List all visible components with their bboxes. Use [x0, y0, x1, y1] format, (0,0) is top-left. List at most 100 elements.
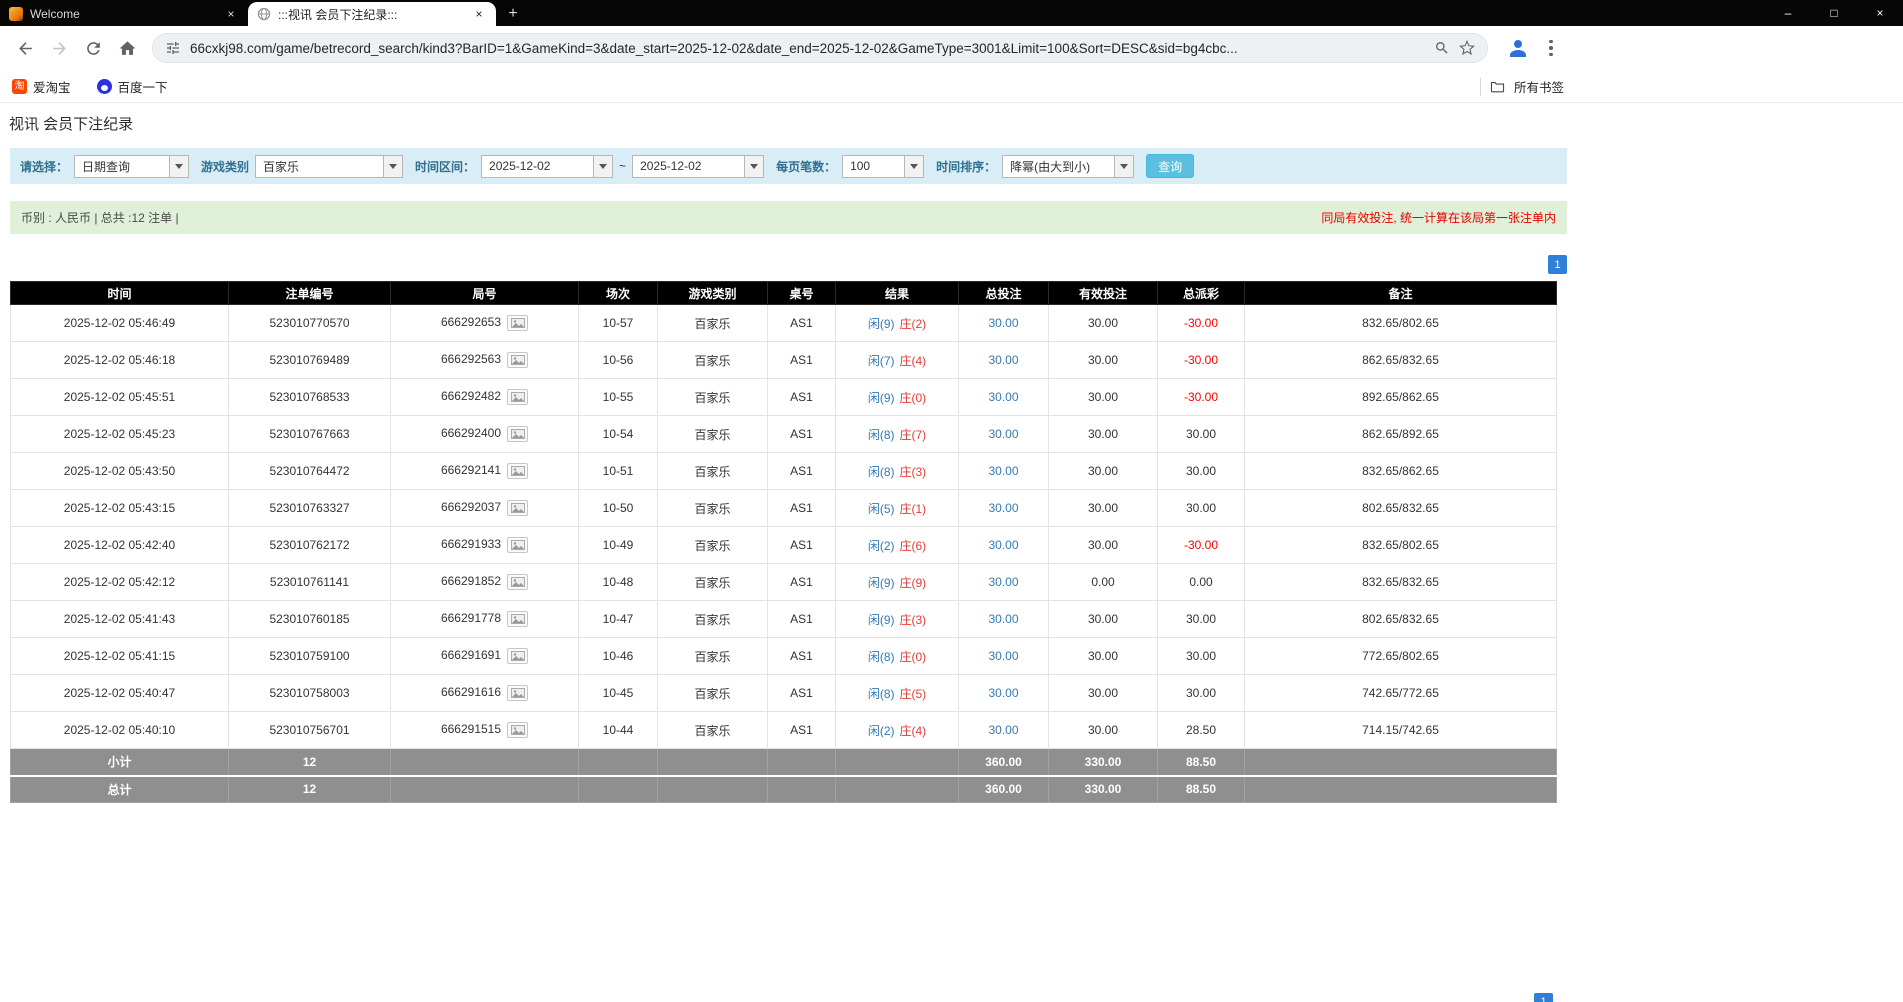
total-bet-link[interactable]: 30.00: [988, 723, 1018, 737]
empty-cell: [836, 776, 959, 803]
cell-note: 862.65/892.65: [1245, 416, 1557, 453]
total-bet-link[interactable]: 30.00: [988, 538, 1018, 552]
round-detail-icon[interactable]: [507, 426, 528, 442]
cell-total-bet: 30.00: [959, 490, 1049, 527]
cell-note: 862.65/832.65: [1245, 342, 1557, 379]
chevron-down-icon[interactable]: [383, 156, 402, 177]
browser-tab-welcome[interactable]: Welcome ×: [0, 2, 248, 26]
page-size-select[interactable]: 100: [842, 155, 924, 178]
query-type-select[interactable]: 日期查询: [74, 155, 189, 178]
cell-result: 闲(9)庄(3): [836, 601, 959, 638]
game-type-select[interactable]: 百家乐: [255, 155, 403, 178]
round-detail-icon[interactable]: [507, 648, 528, 664]
cell-time: 2025-12-02 05:45:51: [11, 379, 229, 416]
cell-total-bet: 30.00: [959, 453, 1049, 490]
zoom-icon[interactable]: [1434, 40, 1450, 56]
result-banker: 庄(3): [900, 613, 927, 627]
round-detail-icon[interactable]: [507, 352, 528, 368]
col-total-bet: 总投注: [959, 282, 1049, 305]
round-detail-icon[interactable]: [507, 315, 528, 331]
close-button[interactable]: ×: [1857, 0, 1903, 26]
tab-close-icon[interactable]: ×: [471, 6, 487, 22]
sort-select[interactable]: 降幂(由大到小): [1002, 155, 1134, 178]
cell-note: 892.65/862.65: [1245, 379, 1557, 416]
cell-payout: -30.00: [1158, 527, 1245, 564]
profile-avatar[interactable]: [1504, 34, 1532, 62]
reload-button[interactable]: [78, 33, 108, 63]
total-bet-link[interactable]: 30.00: [988, 464, 1018, 478]
forward-button[interactable]: [44, 33, 74, 63]
round-detail-icon[interactable]: [507, 722, 528, 738]
cell-result: 闲(7)庄(4): [836, 342, 959, 379]
total-bet-link[interactable]: 30.00: [988, 353, 1018, 367]
bookmark-star-icon[interactable]: [1459, 40, 1475, 56]
tab-close-icon[interactable]: ×: [223, 6, 239, 22]
page-content: 视讯 会员下注纪录 请选择： 日期查询 游戏类别 百家乐 时间区间： 2025-…: [0, 113, 1577, 803]
cell-total-bet: 30.00: [959, 379, 1049, 416]
address-bar[interactable]: 66cxkj98.com/game/betrecord_search/kind3…: [152, 33, 1488, 63]
site-info-icon[interactable]: [165, 40, 181, 56]
round-detail-icon[interactable]: [507, 574, 528, 590]
cell-bet-id: 523010759100: [229, 638, 391, 675]
chevron-down-icon[interactable]: [744, 156, 763, 177]
round-detail-icon[interactable]: [507, 685, 528, 701]
chevron-down-icon[interactable]: [169, 156, 188, 177]
cell-result: 闲(5)庄(1): [836, 490, 959, 527]
total-bet-link[interactable]: 30.00: [988, 575, 1018, 589]
total-bet-link[interactable]: 30.00: [988, 501, 1018, 515]
result-banker: 庄(1): [900, 502, 927, 516]
cell-note: 832.65/862.65: [1245, 453, 1557, 490]
cell-session: 10-47: [579, 601, 658, 638]
round-id: 666291691: [441, 648, 501, 662]
total-bet-link[interactable]: 30.00: [988, 427, 1018, 441]
cell-table: AS1: [768, 305, 836, 342]
round-detail-icon[interactable]: [507, 537, 528, 553]
cell-session: 10-45: [579, 675, 658, 712]
result-player: 闲(8): [868, 650, 895, 664]
bookmark-taobao[interactable]: 淘 爱淘宝: [12, 77, 71, 96]
cell-round: 666292400: [391, 416, 579, 453]
date-start-select[interactable]: 2025-12-02: [481, 155, 613, 178]
round-detail-icon[interactable]: [507, 611, 528, 627]
minimize-button[interactable]: –: [1765, 0, 1811, 26]
all-bookmarks-label: 所有书签: [1514, 77, 1564, 96]
chevron-down-icon[interactable]: [904, 156, 923, 177]
round-detail-icon[interactable]: [507, 463, 528, 479]
bookmark-baidu[interactable]: 百度一下: [97, 77, 168, 96]
round-detail-icon[interactable]: [507, 500, 528, 516]
result-banker: 庄(4): [900, 724, 927, 738]
cell-session: 10-55: [579, 379, 658, 416]
home-button[interactable]: [112, 33, 142, 63]
all-bookmarks-button[interactable]: 所有书签: [1480, 70, 1564, 103]
browser-menu-icon[interactable]: [1540, 34, 1562, 62]
date-end-select[interactable]: 2025-12-02: [632, 155, 764, 178]
result-player: 闲(9): [868, 576, 895, 590]
cell-payout: 30.00: [1158, 638, 1245, 675]
cell-bet-id: 523010767663: [229, 416, 391, 453]
round-id: 666291515: [441, 722, 501, 736]
total-bet-link[interactable]: 30.00: [988, 686, 1018, 700]
cell-table: AS1: [768, 490, 836, 527]
cell-result: 闲(8)庄(0): [836, 638, 959, 675]
col-game-type: 游戏类别: [658, 282, 768, 305]
table-header-row: 时间 注单编号 局号 场次 游戏类别 桌号 结果 总投注 有效投注 总派彩 备注: [11, 282, 1557, 305]
total-bet-link[interactable]: 30.00: [988, 612, 1018, 626]
chevron-down-icon[interactable]: [593, 156, 612, 177]
total-bet-link[interactable]: 30.00: [988, 316, 1018, 330]
maximize-button[interactable]: □: [1811, 0, 1857, 26]
tab-title: Welcome: [30, 7, 216, 21]
round-detail-icon[interactable]: [507, 389, 528, 405]
page-number-button[interactable]: 1: [1534, 993, 1553, 1002]
chevron-down-icon[interactable]: [1114, 156, 1133, 177]
new-tab-button[interactable]: +: [500, 2, 526, 26]
round-id: 666292141: [441, 463, 501, 477]
date-range-label: 时间区间：: [415, 158, 475, 175]
total-bet-link[interactable]: 30.00: [988, 649, 1018, 663]
back-button[interactable]: [10, 33, 40, 63]
page-number-button[interactable]: 1: [1548, 255, 1567, 274]
total-bet-link[interactable]: 30.00: [988, 390, 1018, 404]
browser-tab-betrecord[interactable]: :::视讯 会员下注纪录::: ×: [248, 2, 496, 26]
search-button[interactable]: 查询: [1146, 154, 1194, 178]
cell-time: 2025-12-02 05:46:18: [11, 342, 229, 379]
tab-title: :::视讯 会员下注纪录:::: [278, 6, 464, 23]
